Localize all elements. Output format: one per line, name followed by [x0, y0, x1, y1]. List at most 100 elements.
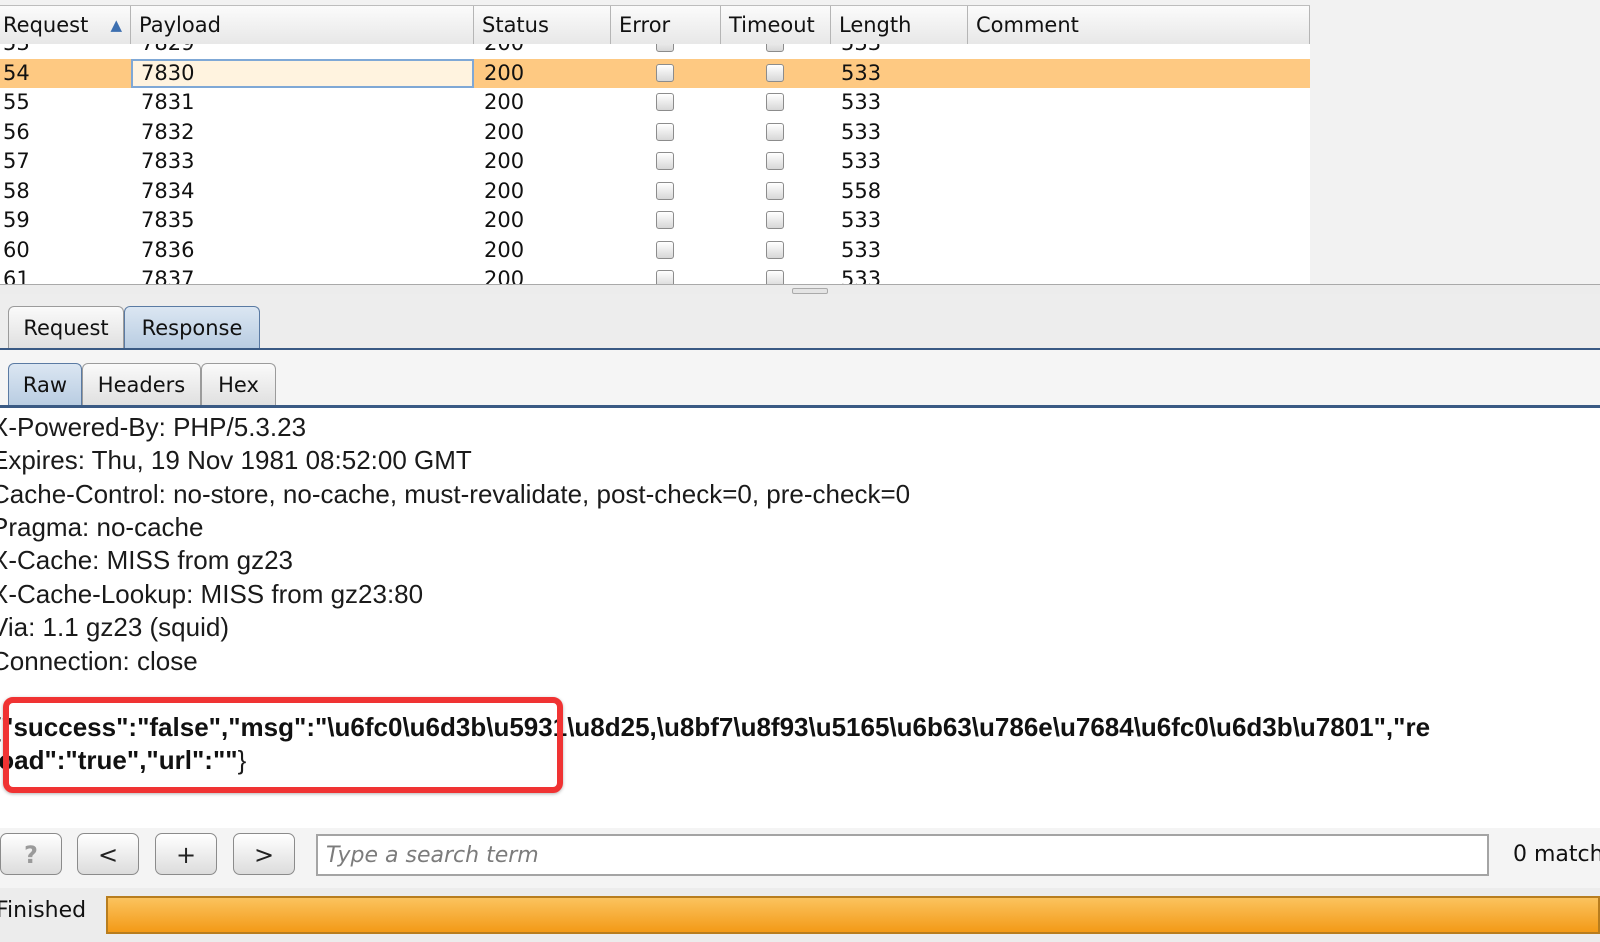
help-button[interactable]: ?	[0, 833, 62, 875]
response-line: Connection: close	[0, 646, 198, 676]
table-row[interactable]: 54 7830 200 533	[0, 58, 1310, 88]
tab-response[interactable]: Response	[124, 306, 260, 348]
cell-request: 60	[3, 237, 30, 262]
tab-hex[interactable]: Hex	[201, 363, 276, 405]
cell-payload: 7833	[141, 149, 195, 173]
cell-status: 200	[484, 208, 525, 232]
add-search-button[interactable]: +	[155, 833, 217, 875]
error-checkbox	[656, 63, 674, 82]
cell-status: 200	[484, 44, 524, 59]
cell-status: 200	[484, 267, 525, 284]
cell-request: 59	[3, 208, 30, 232]
cell-payload: 7836	[141, 237, 195, 262]
table-row[interactable]: 58 7834 200 558	[0, 177, 1310, 207]
timeout-checkbox	[766, 122, 784, 141]
search-bar: ? < + > 0 matches	[0, 828, 1600, 888]
previous-match-button[interactable]: <	[77, 833, 139, 875]
cell-status: 200	[484, 60, 525, 85]
cell-length: 558	[841, 178, 882, 203]
sort-ascending-icon: ▲	[110, 16, 122, 34]
cell-request: 58	[3, 178, 30, 203]
cell-payload: 7830	[131, 58, 474, 88]
cell-payload: 7834	[141, 178, 195, 203]
response-text-area[interactable]: X-Powered-By: PHP/5.3.23 Expires: Thu, 1…	[0, 408, 1600, 828]
error-checkbox	[656, 152, 674, 170]
timeout-checkbox	[766, 270, 784, 284]
cell-length: 533	[841, 60, 882, 85]
progress-bar	[106, 896, 1600, 934]
response-line: X-Powered-By: PHP/5.3.23	[0, 412, 307, 442]
cell-length: 533	[841, 237, 882, 262]
cell-length: 533	[841, 208, 882, 232]
timeout-checkbox	[766, 44, 784, 52]
cell-payload: 7835	[141, 208, 195, 232]
cell-length: 533	[841, 119, 882, 144]
next-match-button[interactable]: >	[233, 833, 295, 875]
status-text: Finished	[0, 898, 87, 923]
error-checkbox	[656, 240, 674, 259]
column-header-status[interactable]: Status	[474, 6, 611, 45]
error-checkbox	[656, 181, 674, 200]
response-line: Cache-Control: no-store, no-cache, must-…	[0, 479, 911, 509]
column-header-length[interactable]: Length	[831, 6, 968, 45]
error-checkbox	[656, 211, 674, 229]
message-tabs: Request Response	[0, 294, 1600, 351]
tab-headers[interactable]: Headers	[82, 363, 201, 405]
cell-payload: 7831	[141, 90, 195, 114]
timeout-checkbox	[766, 181, 784, 200]
timeout-checkbox	[766, 152, 784, 170]
cell-status: 200	[484, 237, 525, 262]
column-header-timeout[interactable]: Timeout	[721, 6, 831, 45]
cell-payload: 7832	[141, 119, 195, 144]
results-table-header: Request ▲ Payload Status Error Timeout L…	[0, 5, 1310, 46]
timeout-checkbox	[766, 211, 784, 229]
cell-length: 533	[841, 90, 882, 114]
cell-payload: 7829	[141, 44, 194, 59]
response-line: X-Cache: MISS from gz23	[0, 545, 293, 575]
table-row[interactable]: 59 7835 200 533	[0, 206, 1310, 236]
results-table-body[interactable]: 53 7829 200 533 54 7830 200 533 55 7831 200 533 56 78…	[0, 44, 1310, 284]
table-row[interactable]: 57 7833 200 533	[0, 147, 1310, 177]
cell-request: 61	[3, 267, 30, 284]
table-row[interactable]: 56 7832 200 533	[0, 118, 1310, 148]
response-line: X-Cache-Lookup: MISS from gz23:80	[0, 579, 424, 609]
table-row[interactable]: 60 7836 200 533	[0, 236, 1310, 266]
cell-request: 57	[3, 149, 30, 173]
cell-payload: 7837	[141, 267, 195, 284]
cell-length: 533	[841, 149, 882, 173]
column-header-request[interactable]: Request ▲	[0, 6, 131, 45]
cell-status: 200	[484, 90, 525, 114]
cell-request: 54	[3, 60, 30, 85]
table-row[interactable]: 55 7831 200 533	[0, 88, 1310, 118]
timeout-checkbox	[766, 240, 784, 259]
error-checkbox	[656, 122, 674, 141]
status-bar: Finished	[0, 888, 1600, 942]
column-header-comment[interactable]: Comment	[968, 6, 1310, 45]
cell-request: 53	[3, 44, 30, 59]
table-row[interactable]: 61 7837 200 533	[0, 265, 1310, 284]
column-header-error[interactable]: Error	[611, 6, 721, 45]
error-checkbox	[656, 270, 674, 284]
search-input[interactable]	[316, 834, 1489, 876]
cell-length: 533	[841, 267, 882, 284]
response-line: Via: 1.1 gz23 (squid)	[0, 612, 229, 642]
cell-request: 55	[3, 90, 30, 114]
tab-request[interactable]: Request	[8, 306, 124, 348]
cell-status: 200	[484, 178, 525, 203]
results-table-panel: Request ▲ Payload Status Error Timeout L…	[0, 0, 1600, 293]
table-row[interactable]: 53 7829 200 533	[0, 44, 1310, 59]
timeout-checkbox	[766, 63, 784, 82]
progress-bar-fill	[108, 898, 1598, 932]
cell-request: 56	[3, 119, 30, 144]
error-checkbox	[656, 44, 674, 52]
tab-raw[interactable]: Raw	[8, 363, 82, 405]
cell-status: 200	[484, 119, 525, 144]
cell-length: 533	[841, 44, 881, 59]
column-header-payload[interactable]: Payload	[131, 6, 474, 45]
highlight-annotation-box	[3, 697, 563, 793]
timeout-checkbox	[766, 93, 784, 111]
view-tabs: Raw Headers Hex	[0, 350, 1600, 408]
error-checkbox	[656, 93, 674, 111]
cell-status: 200	[484, 149, 525, 173]
response-line: Pragma: no-cache	[0, 512, 204, 542]
